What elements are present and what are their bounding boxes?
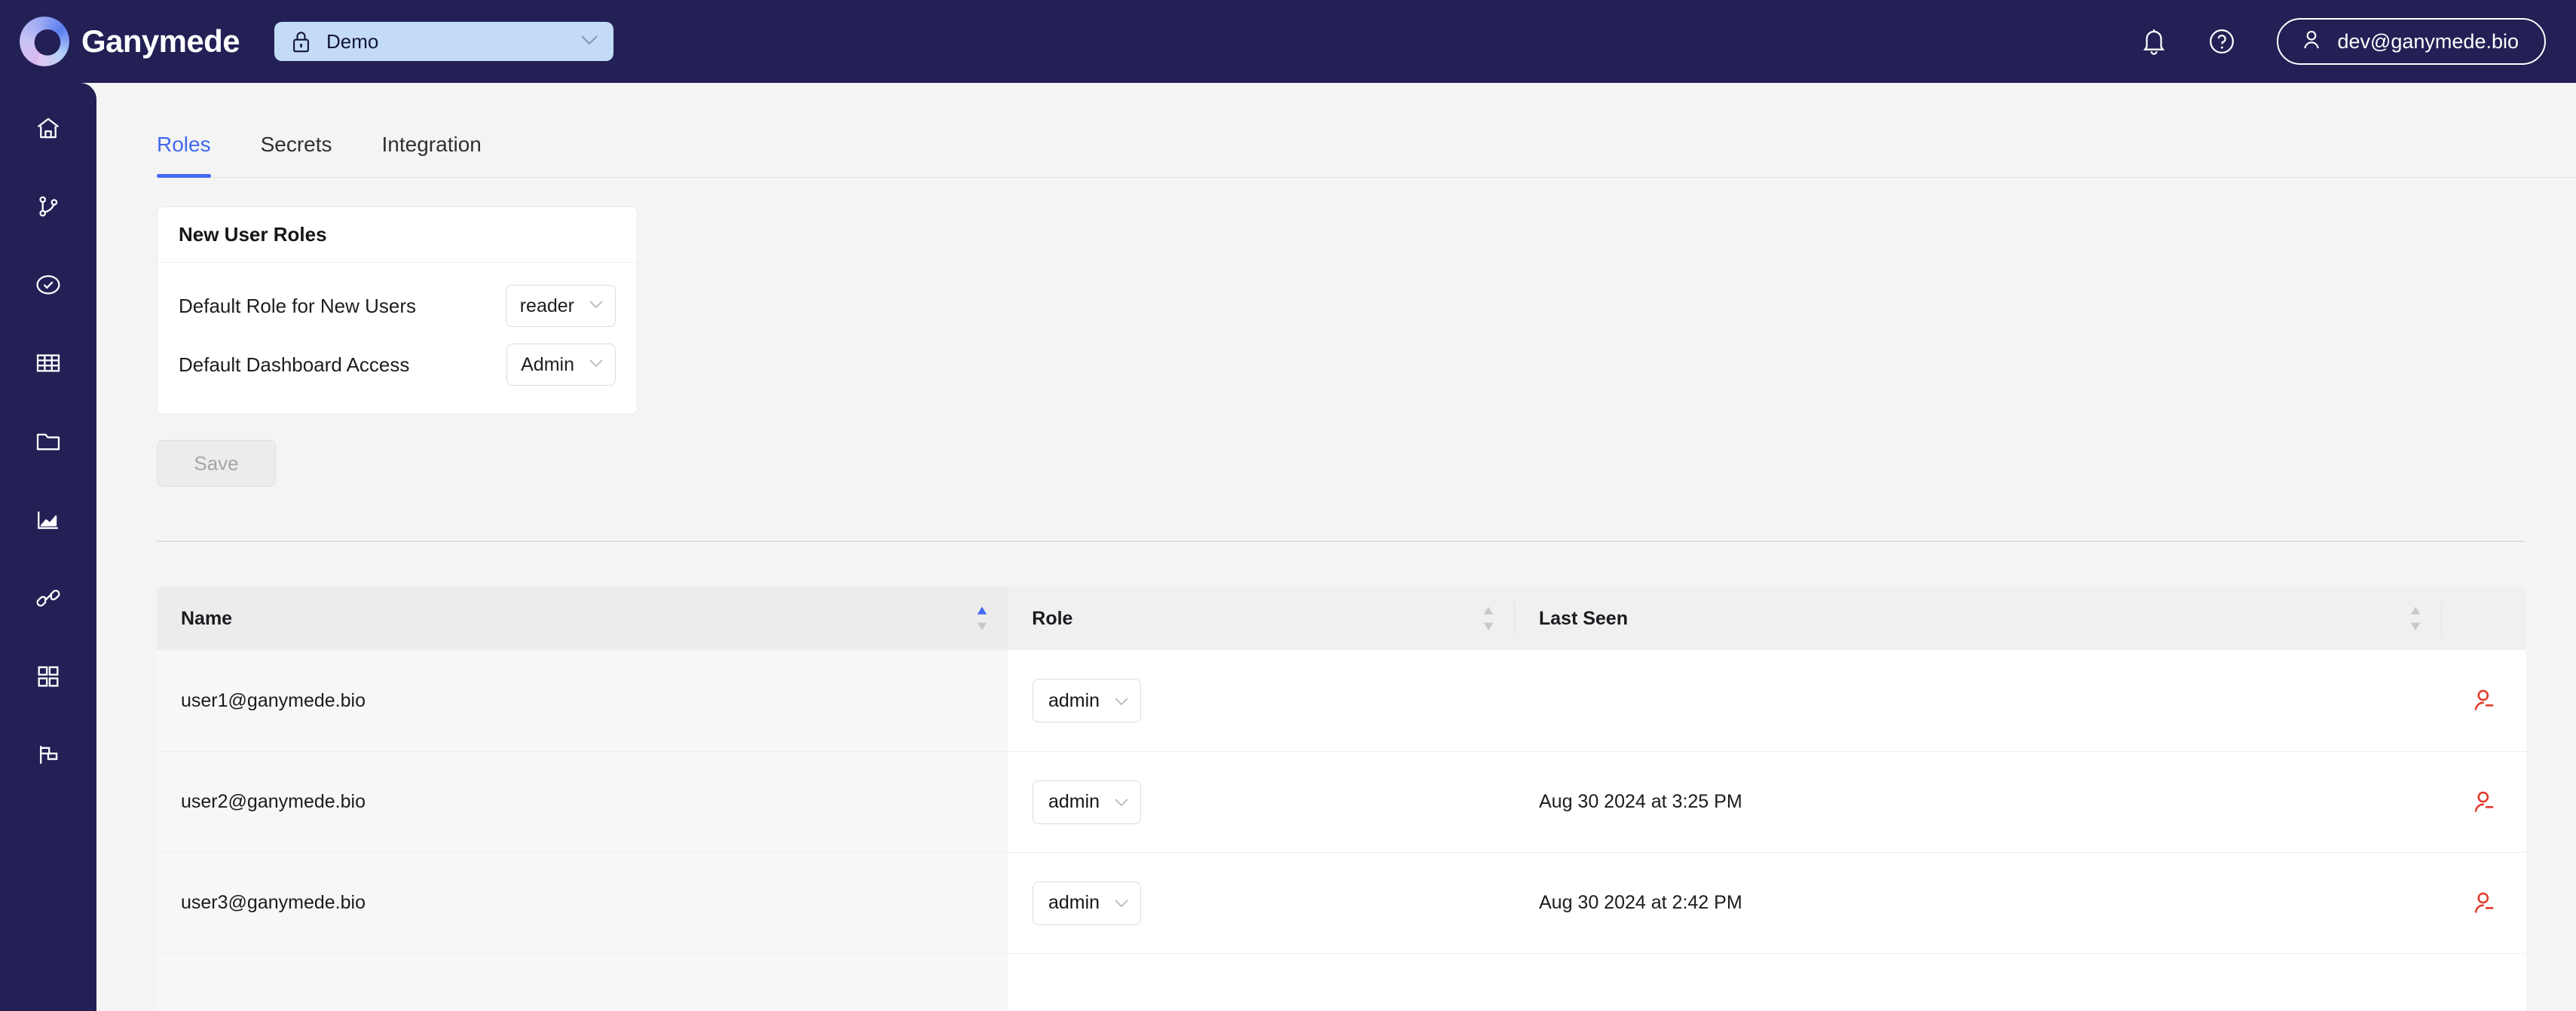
column-header-last-seen[interactable]: Last Seen	[1515, 587, 2441, 650]
chevron-down-icon	[1113, 690, 1130, 712]
table-row[interactable]: user2@ganymede.bio admin Aug 30 2024 at …	[157, 751, 2526, 852]
user-last-seen-cell	[1515, 650, 2442, 751]
tab-roles[interactable]: Roles	[157, 133, 211, 178]
table-header-row: Name Role Last Seen	[157, 587, 2526, 650]
user-last-seen-cell	[1515, 954, 2442, 1011]
user-actions-cell	[2442, 954, 2526, 1011]
header-actions: dev@ganymede.bio	[2141, 18, 2546, 65]
user-minus-icon[interactable]	[2472, 790, 2496, 815]
user-icon	[2301, 29, 2322, 55]
plug-connection-icon	[35, 586, 61, 614]
column-header-actions	[2442, 587, 2526, 650]
table-icon	[35, 352, 61, 378]
bar-chart-icon	[35, 509, 61, 535]
role-value: admin	[1048, 791, 1100, 812]
default-dashboard-access-select[interactable]: Admin	[506, 344, 616, 386]
sidebar-item-apps[interactable]	[29, 658, 68, 698]
chevron-down-icon	[1113, 791, 1130, 813]
column-header-name[interactable]: Name	[157, 587, 1008, 650]
user-account-button[interactable]: dev@ganymede.bio	[2277, 18, 2546, 65]
user-email-cell	[157, 954, 1008, 1011]
user-role-cell: admin	[1008, 853, 1515, 953]
chevron-down-icon	[588, 358, 604, 372]
table-body: user1@ganymede.bio admin user2@ganymede.…	[157, 650, 2526, 1011]
folder-icon	[35, 430, 61, 457]
card-body: Default Role for New Users reader Defaul…	[158, 263, 637, 414]
new-user-roles-card: New User Roles Default Role for New User…	[157, 206, 638, 414]
user-email-cell: user1@ganymede.bio	[157, 650, 1008, 751]
table-row[interactable]: user1@ganymede.bio admin	[157, 650, 2526, 751]
branch-flow-icon	[36, 194, 60, 223]
default-dashboard-access-label: Default Dashboard Access	[179, 353, 410, 376]
sidebar-item-runs[interactable]	[29, 267, 68, 306]
user-minus-icon[interactable]	[2472, 688, 2496, 713]
default-role-value: reader	[519, 295, 574, 316]
brand-name: Ganymede	[81, 23, 240, 59]
left-sidebar	[0, 83, 96, 1011]
column-header-role[interactable]: Role	[1008, 587, 1514, 650]
user-last-seen-cell: Aug 30 2024 at 2:42 PM	[1539, 892, 1742, 913]
table-row[interactable]	[157, 953, 2526, 1011]
column-header-name-label: Name	[181, 607, 233, 629]
user-minus-icon[interactable]	[2472, 890, 2496, 916]
sidebar-item-files[interactable]	[29, 423, 68, 463]
main-content: Roles Secrets Integration New User Roles…	[96, 83, 2576, 1011]
tenant-selector[interactable]: Demo	[274, 22, 613, 61]
default-role-label: Default Role for New Users	[179, 294, 416, 317]
user-email-label: dev@ganymede.bio	[2337, 29, 2519, 53]
user-role-cell	[1008, 954, 1515, 1011]
default-role-row: Default Role for New Users reader	[179, 276, 616, 335]
settings-tabs: Roles Secrets Integration	[157, 133, 2576, 178]
sort-arrows-icon[interactable]	[974, 605, 990, 632]
user-role-cell: admin	[1008, 752, 1515, 852]
lock-icon	[291, 30, 311, 53]
user-actions-cell	[2442, 853, 2526, 953]
chevron-down-icon	[579, 33, 600, 50]
user-last-seen-cell: Aug 30 2024 at 3:25 PM	[1539, 791, 1742, 812]
column-header-role-label: Role	[1032, 607, 1073, 629]
section-divider	[157, 541, 2525, 542]
sort-arrows-icon[interactable]	[2408, 605, 2423, 632]
column-header-last-seen-label: Last Seen	[1538, 607, 1628, 629]
role-select[interactable]: admin	[1033, 780, 1142, 824]
save-button[interactable]: Save	[157, 440, 276, 487]
ganymede-logo-icon	[20, 17, 69, 66]
home-icon	[35, 115, 61, 145]
brand-logo[interactable]: Ganymede	[20, 17, 240, 66]
bell-icon[interactable]	[2141, 27, 2167, 56]
help-circle-icon[interactable]	[2207, 27, 2236, 56]
tenant-label: Demo	[326, 29, 379, 53]
table-row[interactable]: user3@ganymede.bio admin Aug 30 2024 at …	[157, 852, 2526, 953]
user-email-cell: user2@ganymede.bio	[157, 752, 1008, 852]
top-header-bar: Ganymede Demo dev@ganymede.bio	[0, 0, 2576, 83]
sidebar-item-flows[interactable]	[29, 188, 68, 228]
chevron-down-icon	[588, 299, 604, 313]
chevron-down-icon	[1113, 892, 1130, 914]
users-table: Name Role Last Seen user1@ganymede.bio a…	[157, 587, 2526, 1011]
sidebar-item-analytics[interactable]	[29, 502, 68, 541]
tab-secrets[interactable]: Secrets	[261, 133, 332, 178]
flag-icon	[36, 743, 60, 771]
check-circle-icon	[35, 273, 62, 301]
sidebar-item-tables[interactable]	[29, 345, 68, 384]
sidebar-item-connections[interactable]	[29, 580, 68, 619]
role-select[interactable]: admin	[1033, 679, 1142, 722]
user-actions-cell	[2442, 752, 2526, 852]
role-select[interactable]: admin	[1033, 881, 1142, 925]
sidebar-item-flags[interactable]	[29, 737, 68, 776]
sidebar-item-home[interactable]	[29, 110, 68, 149]
card-title: New User Roles	[158, 207, 637, 263]
tabs-divider	[157, 177, 2576, 178]
default-dashboard-access-value: Admin	[521, 353, 574, 375]
tab-integration[interactable]: Integration	[382, 133, 482, 178]
role-value: admin	[1048, 892, 1100, 913]
user-actions-cell	[2442, 650, 2526, 751]
user-role-cell: admin	[1008, 650, 1515, 751]
role-value: admin	[1048, 689, 1100, 711]
user-email-cell: user3@ganymede.bio	[157, 853, 1008, 953]
default-role-select[interactable]: reader	[505, 285, 616, 327]
sort-arrows-icon[interactable]	[1481, 605, 1496, 632]
grid-apps-icon	[36, 664, 60, 692]
default-dashboard-access-row: Default Dashboard Access Admin	[179, 335, 616, 394]
